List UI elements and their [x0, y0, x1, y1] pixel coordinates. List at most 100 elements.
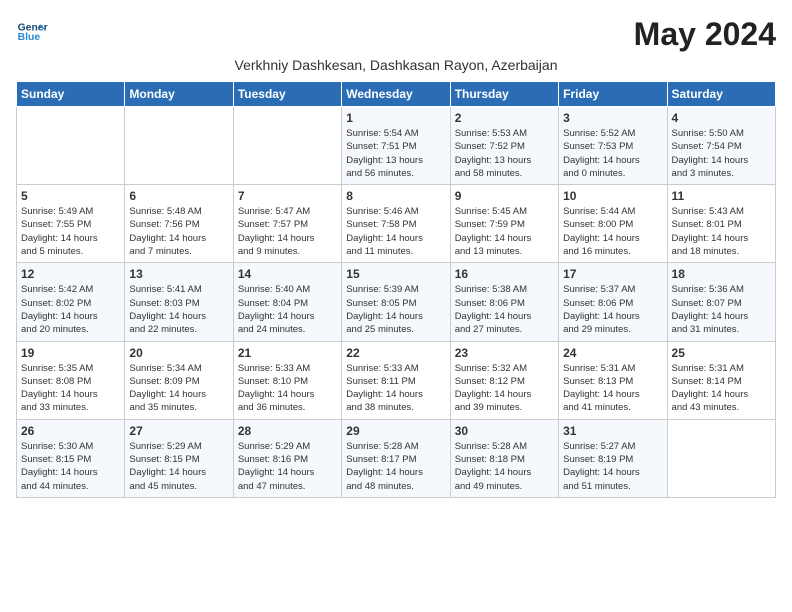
week-row-4: 19Sunrise: 5:35 AMSunset: 8:08 PMDayligh… — [17, 341, 776, 419]
day-info: Sunrise: 5:35 AMSunset: 8:08 PMDaylight:… — [21, 362, 120, 415]
sunset-text: Sunset: 8:14 PM — [672, 376, 742, 387]
sunset-text: Sunset: 8:05 PM — [346, 298, 416, 309]
daylight-text: Daylight: 14 hours — [346, 389, 423, 400]
day-info: Sunrise: 5:30 AMSunset: 8:15 PMDaylight:… — [21, 440, 120, 493]
day-number: 25 — [672, 346, 771, 360]
daylight-text: Daylight: 14 hours — [129, 233, 206, 244]
day-number: 1 — [346, 111, 445, 125]
sunrise-text: Sunrise: 5:40 AM — [238, 284, 310, 295]
day-info: Sunrise: 5:53 AMSunset: 7:52 PMDaylight:… — [455, 127, 554, 180]
daylight-text: Daylight: 14 hours — [21, 389, 98, 400]
day-info: Sunrise: 5:28 AMSunset: 8:17 PMDaylight:… — [346, 440, 445, 493]
day-number: 18 — [672, 267, 771, 281]
weekday-wednesday: Wednesday — [342, 82, 450, 107]
day-cell: 3Sunrise: 5:52 AMSunset: 7:53 PMDaylight… — [559, 107, 667, 185]
sunset-text: Sunset: 8:15 PM — [129, 454, 199, 465]
day-info: Sunrise: 5:27 AM Sunset: 8:19 PM Daylight:… — [563, 440, 662, 493]
svg-text:Blue: Blue — [18, 32, 41, 43]
daylight-text: and 18 minutes. — [672, 246, 740, 257]
day-cell: 1Sunrise: 5:54 AMSunset: 7:51 PMDaylight… — [342, 107, 450, 185]
sunset-text: Sunset: 8:01 PM — [672, 219, 742, 230]
daylight-text: and 22 minutes. — [129, 324, 197, 335]
daylight-text: and 5 minutes. — [21, 246, 83, 257]
daylight-text: and 24 minutes. — [238, 324, 306, 335]
day-number: 29 — [346, 424, 445, 438]
day-cell: 27 Sunrise: 5:29 AM Sunset: 8:15 PM Dayligh… — [125, 419, 233, 497]
sunset-text: Sunset: 8:04 PM — [238, 298, 308, 309]
sunset-text: Sunset: 8:19 PM — [563, 454, 633, 465]
sunrise-text: Sunrise: 5:48 AM — [129, 206, 201, 217]
sunrise-text: Sunrise: 5:33 AM — [238, 363, 310, 374]
daylight-text: Daylight: 14 hours — [21, 233, 98, 244]
day-info: Sunrise: 5:29 AMSunset: 8:16 PMDaylight:… — [238, 440, 337, 493]
daylight-text: Daylight: 14 hours — [21, 467, 98, 478]
day-cell: 4 Sunrise: 5:50 AMSunset: 7:54 PMDaylight… — [667, 107, 775, 185]
day-cell: 30Sunrise: 5:28 AMSunset: 8:18 PMDayligh… — [450, 419, 558, 497]
day-cell: 2 Sunrise: 5:53 AMSunset: 7:52 PMDaylight… — [450, 107, 558, 185]
day-cell: 11 Sunrise: 5:43 AMSunset: 8:01 PMDayligh… — [667, 185, 775, 263]
daylight-text: Daylight: 14 hours — [346, 311, 423, 322]
daylight-text: Daylight: 14 hours — [346, 233, 423, 244]
sunset-text: Sunset: 8:09 PM — [129, 376, 199, 387]
day-cell — [667, 419, 775, 497]
day-number: 7 — [238, 189, 337, 203]
day-number: 2 — [455, 111, 554, 125]
sunset-text: Sunset: 8:06 PM — [563, 298, 633, 309]
sunset-text: Sunset: 8:00 PM — [563, 219, 633, 230]
day-number: 16 — [455, 267, 554, 281]
day-number: 14 — [238, 267, 337, 281]
daylight-text: Daylight: 14 hours — [129, 467, 206, 478]
day-info: Sunrise: 5:52 AMSunset: 7:53 PMDaylight:… — [563, 127, 662, 180]
day-cell: 8Sunrise: 5:46 AMSunset: 7:58 PMDaylight… — [342, 185, 450, 263]
sunrise-text: Sunrise: 5:46 AM — [346, 206, 418, 217]
sunrise-text: Sunrise: 5:29 AM — [129, 441, 201, 452]
weekday-header-row: SundayMondayTuesdayWednesdayThursdayFrid… — [17, 82, 776, 107]
sunset-text: Sunset: 8:11 PM — [346, 376, 416, 387]
sunrise-text: Sunrise: 5:33 AM — [346, 363, 418, 374]
sunrise-text: Sunrise: 5:30 AM — [21, 441, 93, 452]
day-info: Sunrise: 5:50 AMSunset: 7:54 PMDaylight:… — [672, 127, 771, 180]
day-cell: 31Sunrise: 5:27 AMSunset: 8:19 PMDayligh… — [559, 419, 667, 497]
day-info: Sunrise: 5:32 AMSunset: 8:12 PMDaylight:… — [455, 362, 554, 415]
daylight-text: Daylight: 14 hours — [672, 389, 749, 400]
sunset-text: Sunset: 8:02 PM — [21, 298, 91, 309]
day-cell: 15Sunrise: 5:39 AMSunset: 8:05 PMDayligh… — [342, 263, 450, 341]
day-info: Sunrise: 5:42 AMSunset: 8:02 PMDaylight:… — [21, 283, 120, 336]
daylight-text: Daylight: 14 hours — [238, 311, 315, 322]
sunset-text: Sunset: 7:59 PM — [455, 219, 525, 230]
daylight-text: Daylight: 14 hours — [563, 389, 640, 400]
daylight-text: Daylight: 14 hours — [672, 233, 749, 244]
day-number: 24 — [563, 346, 662, 360]
weekday-thursday: Thursday — [450, 82, 558, 107]
daylight-text: and 58 minutes. — [455, 168, 523, 179]
sunrise-text: Sunrise: 5:28 AM — [455, 441, 527, 452]
day-cell: 17Sunrise: 5:37 AMSunset: 8:06 PMDayligh… — [559, 263, 667, 341]
daylight-text: Daylight: 14 hours — [455, 467, 532, 478]
day-number: 4 — [672, 111, 771, 125]
sunset-text: Sunset: 7:56 PM — [129, 219, 199, 230]
day-info: Sunrise: 5:43 AMSunset: 8:01 PMDaylight:… — [672, 205, 771, 258]
day-cell — [125, 107, 233, 185]
day-cell: 6Sunrise: 5:48 AMSunset: 7:56 PMDaylight… — [125, 185, 233, 263]
sunrise-text: Sunrise: 5:29 AM — [238, 441, 310, 452]
sunset-text: Sunset: 7:58 PM — [346, 219, 416, 230]
sunrise-text: Sunrise: 5:34 AM — [129, 363, 201, 374]
daylight-text: and 0 minutes. — [563, 168, 625, 179]
day-info: Sunrise: 5:49 AMSunset: 7:55 PMDaylight:… — [21, 205, 120, 258]
day-number: 27 — [129, 424, 228, 438]
calendar-body: 1Sunrise: 5:54 AMSunset: 7:51 PMDaylight… — [17, 107, 776, 498]
daylight-text: Daylight: 14 hours — [563, 155, 640, 166]
sunrise-text: Sunrise: 5:35 AM — [21, 363, 93, 374]
day-number: 11 — [672, 189, 771, 203]
daylight-text: Daylight: 13 hours — [455, 155, 532, 166]
daylight-text: Daylight: 14 hours — [563, 311, 640, 322]
day-number: 20 — [129, 346, 228, 360]
sunrise-text: Sunrise: 5:39 AM — [346, 284, 418, 295]
daylight-text: Daylight: 14 hours — [563, 467, 640, 478]
sunset-text: Sunset: 8:13 PM — [563, 376, 633, 387]
day-info: Sunrise: 5:47 AMSunset: 7:57 PMDaylight:… — [238, 205, 337, 258]
day-info: Sunrise: 5:37 AMSunset: 8:06 PMDaylight:… — [563, 283, 662, 336]
sunrise-text: Sunrise: 5:27 AM — [563, 441, 635, 452]
day-number: 9 — [455, 189, 554, 203]
sunrise-text: Sunrise: 5:49 AM — [21, 206, 93, 217]
